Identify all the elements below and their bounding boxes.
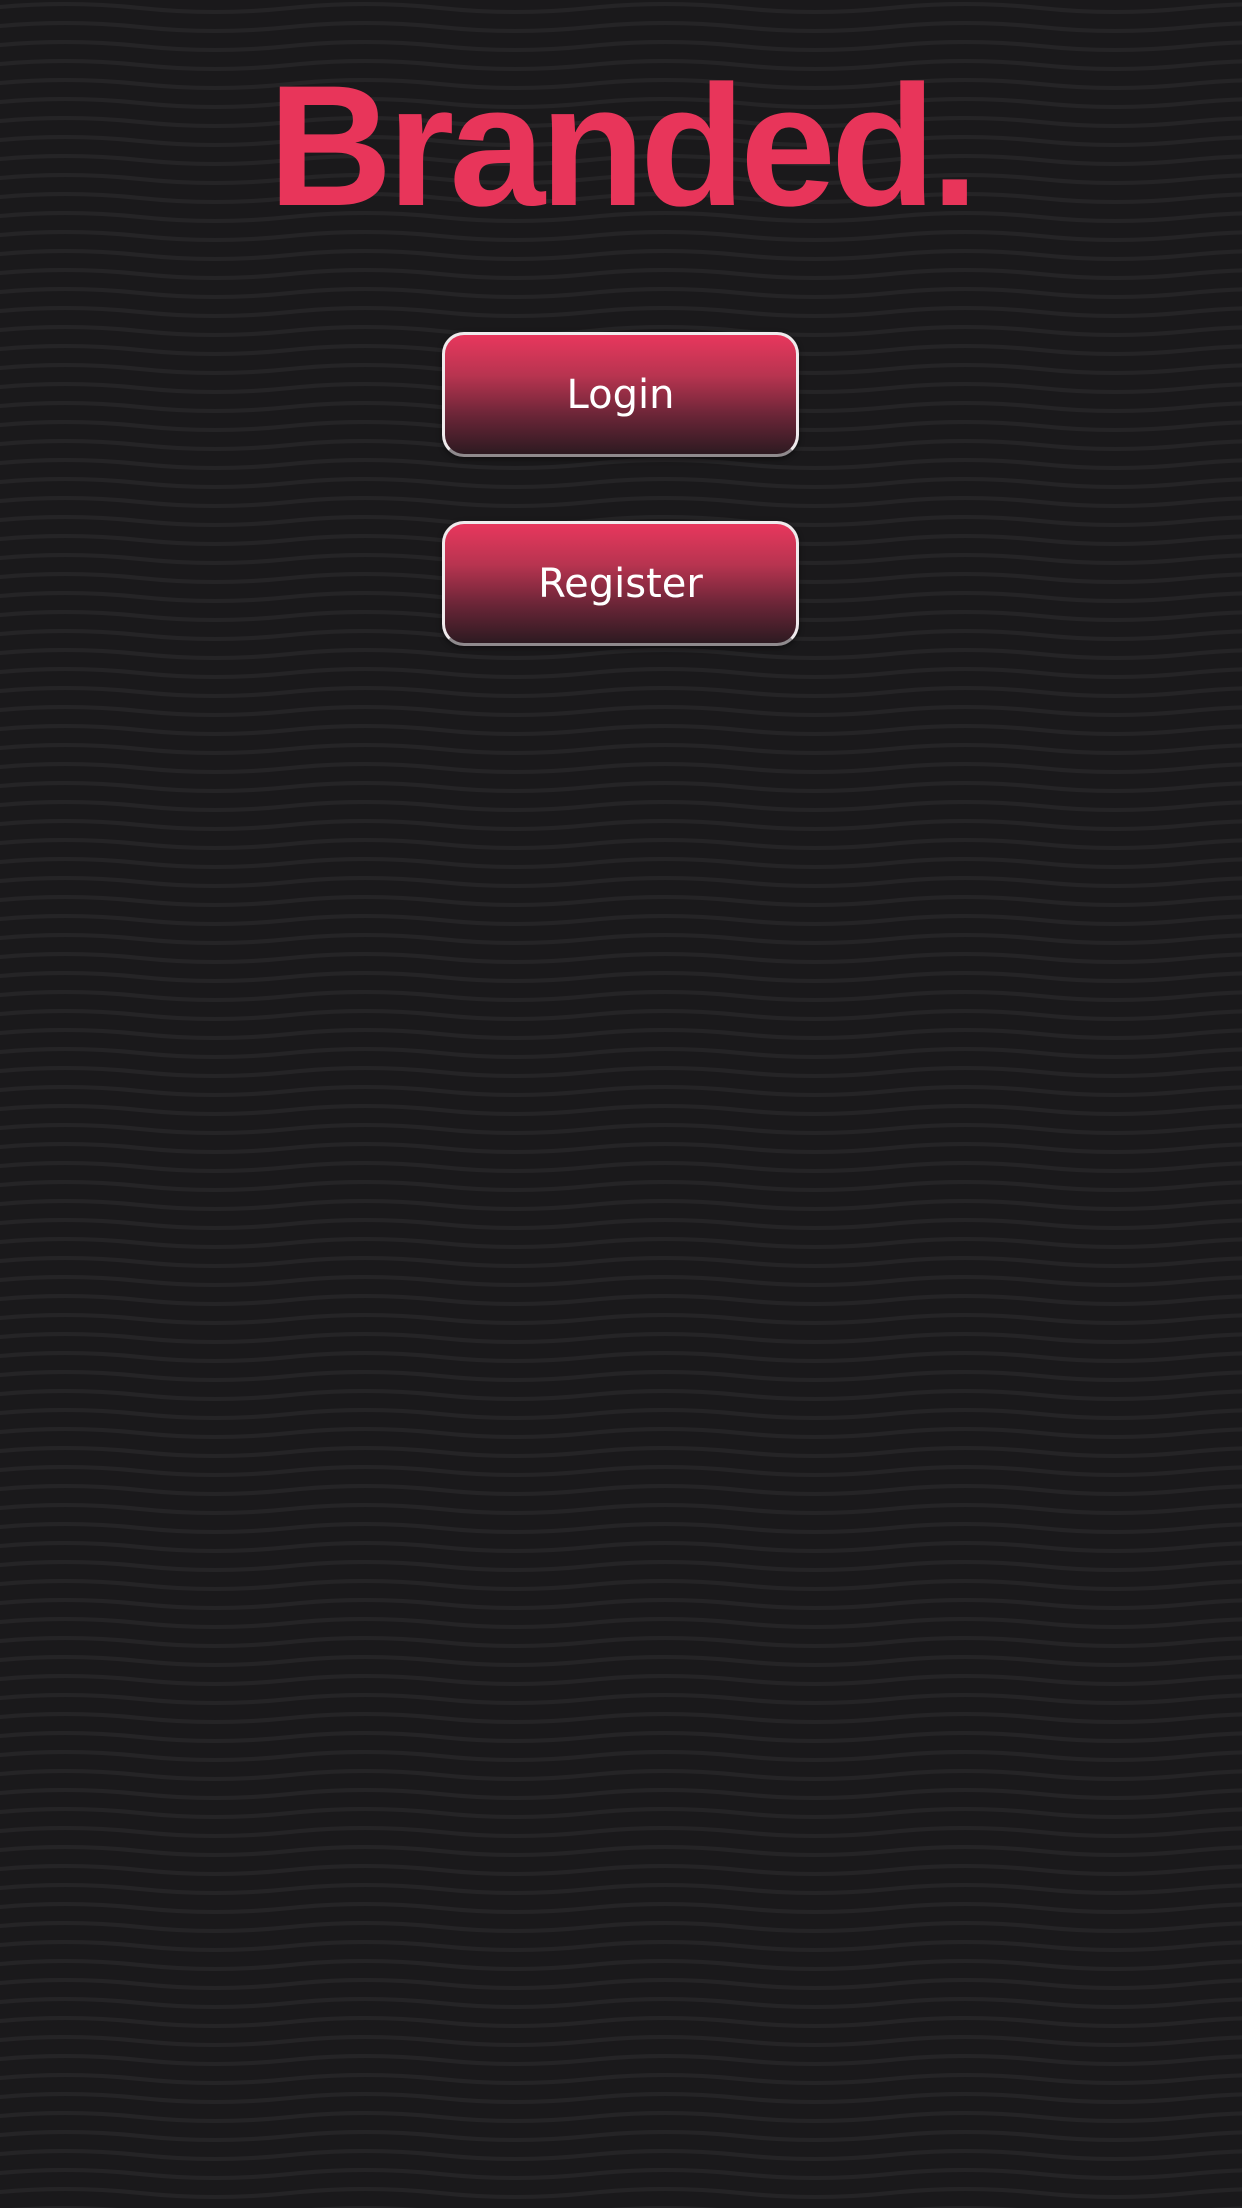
brand-logo: Branded. (268, 50, 978, 242)
login-button[interactable]: Login (442, 332, 799, 457)
register-button[interactable]: Register (442, 521, 799, 646)
